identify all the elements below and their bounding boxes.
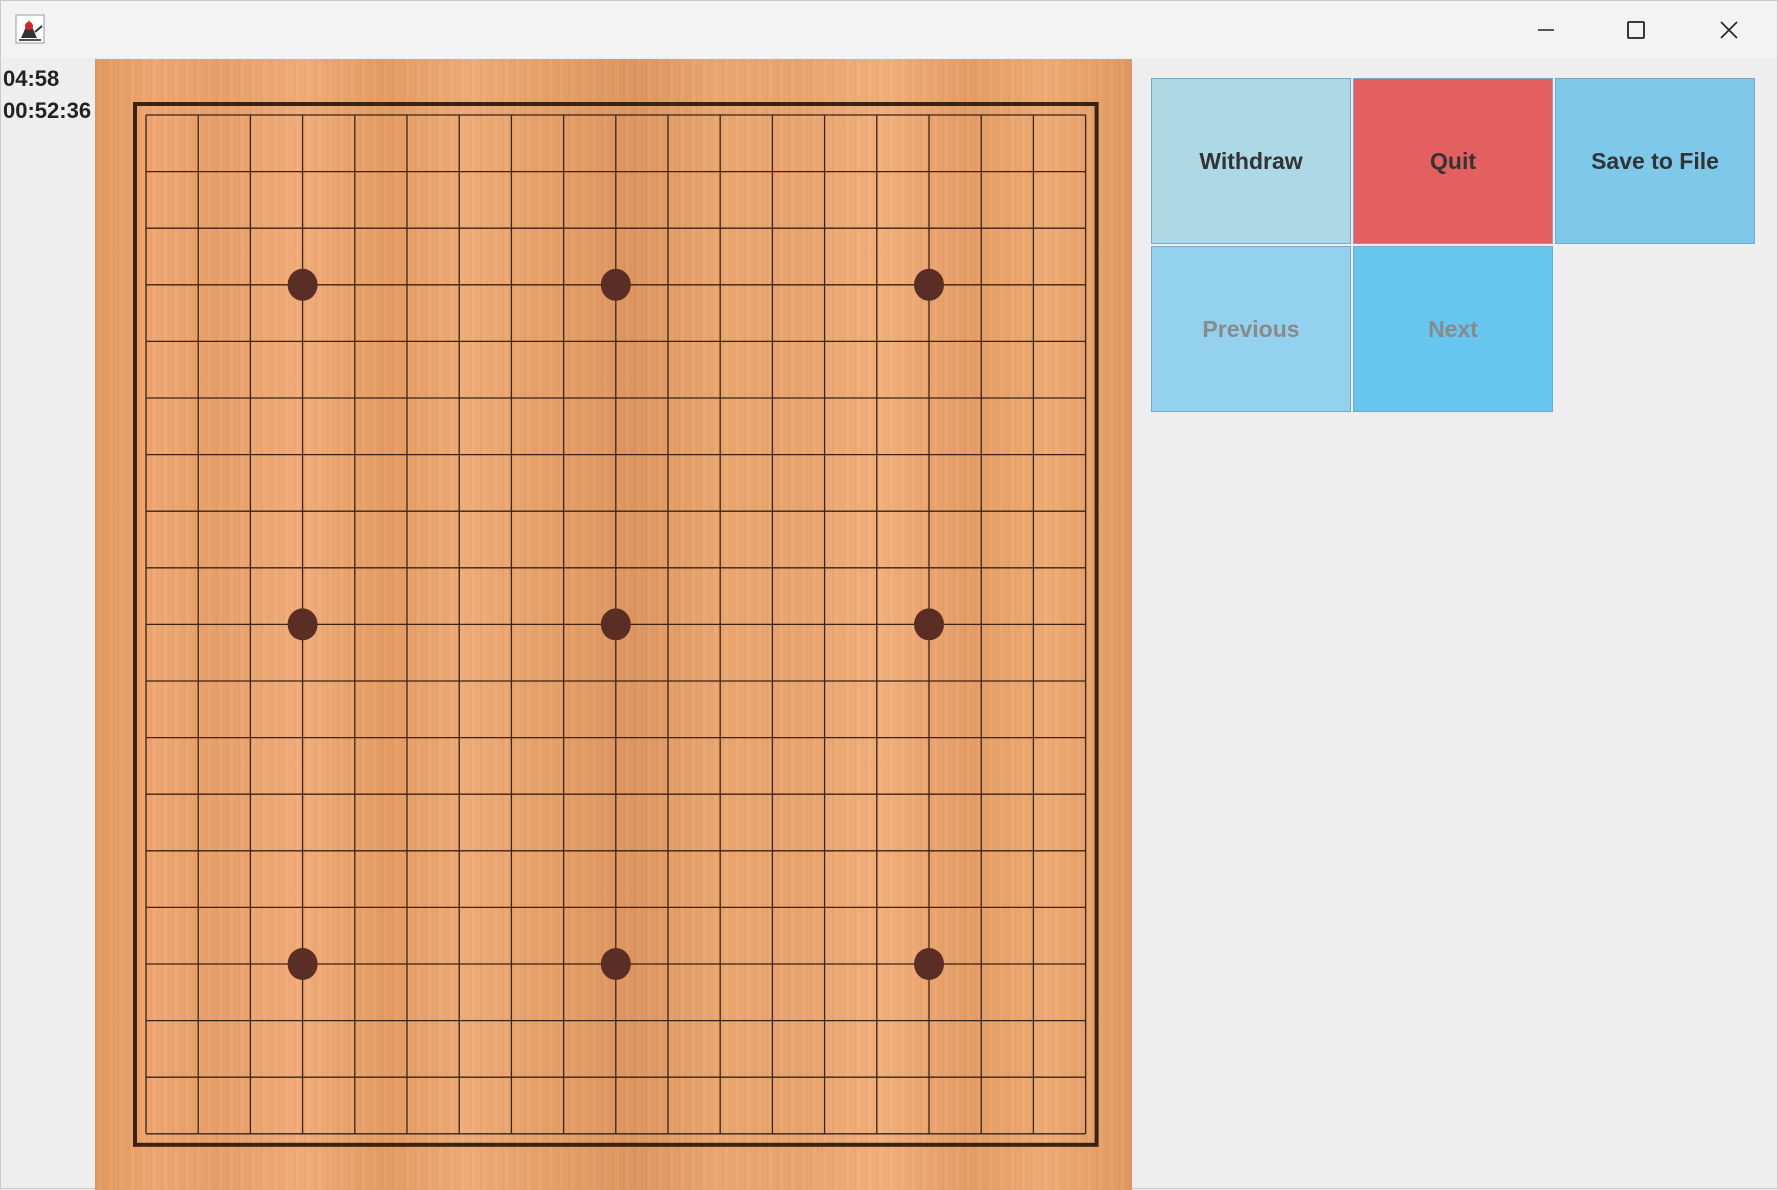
star-point	[600, 608, 631, 641]
minimize-icon	[1538, 28, 1554, 31]
title-bar[interactable]	[1, 1, 1777, 58]
quit-button[interactable]: Quit	[1353, 78, 1553, 244]
star-point	[287, 268, 318, 301]
close-button[interactable]	[1684, 1, 1774, 58]
previous-button[interactable]: Previous	[1151, 246, 1351, 412]
java-duke-icon	[15, 14, 45, 44]
save-to-file-button[interactable]: Save to File	[1555, 78, 1755, 244]
star-point	[914, 608, 944, 641]
star-point	[287, 608, 318, 641]
move-timer: 04:58	[3, 66, 60, 91]
go-board[interactable]	[95, 59, 1132, 1190]
close-icon	[1720, 20, 1738, 39]
timers-panel: 04:58 00:52:36	[3, 63, 91, 127]
game-window: 04:58 00:52:36 Withdraw Quit Save to Fil…	[0, 0, 1778, 1190]
star-point	[914, 268, 944, 301]
star-point	[287, 948, 318, 980]
withdraw-button[interactable]: Withdraw	[1151, 78, 1351, 244]
next-button[interactable]: Next	[1353, 246, 1553, 412]
total-timer: 00:52:36	[3, 98, 92, 123]
star-point	[914, 948, 944, 980]
star-point	[600, 268, 631, 301]
maximize-button[interactable]	[1591, 1, 1681, 58]
control-panel: Withdraw Quit Save to File Previous Next	[1151, 78, 1759, 416]
maximize-icon	[1627, 20, 1645, 39]
board-grid[interactable]	[95, 59, 1132, 1190]
minimize-button[interactable]	[1501, 1, 1591, 58]
star-point	[600, 948, 631, 980]
